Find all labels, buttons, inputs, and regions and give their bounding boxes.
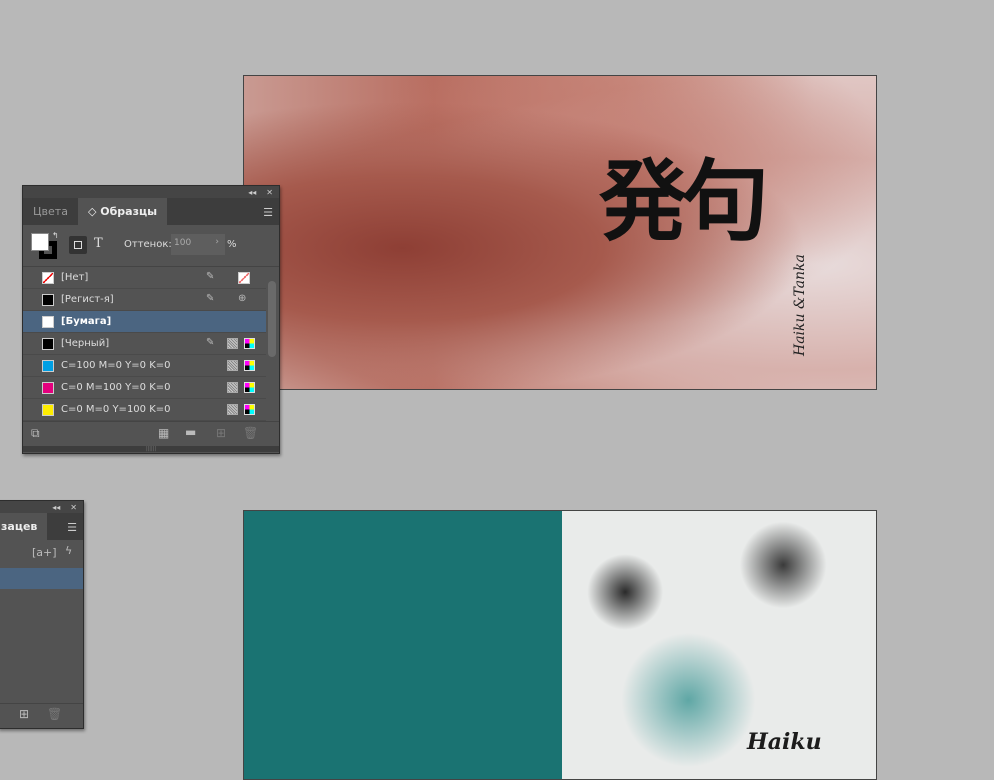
fill-swatch[interactable] xyxy=(31,233,49,251)
page-1: 発句 Haiku &Tanka xyxy=(243,75,877,390)
paragraph-styles-panel: ◂◂ ✕ зацев ☰ [a+] ϟ ⊞ 🗑 xyxy=(0,500,84,729)
panel-menu-icon[interactable]: ☰ xyxy=(263,206,273,219)
tab-colors[interactable]: Цвета xyxy=(23,198,78,225)
cover-title: Haiku xyxy=(747,729,822,755)
delete-swatch-icon[interactable]: 🗑 xyxy=(243,426,258,440)
scrollbar[interactable] xyxy=(267,269,277,419)
process-color-icon xyxy=(227,360,238,371)
page-2: Haiku xyxy=(243,510,877,780)
cmyk-icon xyxy=(244,338,255,349)
show-swatch-kinds-icon[interactable]: ▦ xyxy=(158,426,169,440)
percent-label: % xyxy=(227,239,237,250)
tab-paragraph-styles[interactable]: зацев xyxy=(0,513,48,540)
none-icon xyxy=(238,272,250,284)
tint-label: Оттенок: xyxy=(124,239,172,250)
swatch-label: C=0 M=100 Y=0 K=0 xyxy=(61,382,171,393)
new-swatch-icon[interactable]: ⊞ xyxy=(216,426,226,440)
swatch-label: C=0 M=0 Y=100 K=0 xyxy=(61,404,171,415)
delete-style-icon[interactable]: 🗑 xyxy=(47,707,62,721)
swatch-label: [Бумага] xyxy=(61,316,112,327)
non-editable-icon: ✎ xyxy=(206,337,215,348)
non-editable-icon: ✎ xyxy=(206,293,215,304)
cmyk-icon xyxy=(244,404,255,415)
new-color-group-icon[interactable]: ▬ xyxy=(185,425,196,439)
cmyk-icon xyxy=(244,382,255,393)
kanji-title: 発句 xyxy=(599,149,769,253)
non-editable-icon: ✎ xyxy=(206,271,215,282)
registration-icon: ⊕ xyxy=(238,293,247,304)
swatch-chip xyxy=(42,381,54,394)
swatch-label: C=100 M=0 Y=0 K=0 xyxy=(61,360,171,371)
swatch-label: [Регист-я] xyxy=(61,294,114,305)
formatting-text-button[interactable]: T xyxy=(94,236,103,251)
swatch-chip xyxy=(42,315,54,328)
swatch-label: [Черный] xyxy=(61,338,110,349)
swap-icon[interactable]: ↰ xyxy=(52,231,59,240)
new-style-icon[interactable]: ⊞ xyxy=(19,707,29,721)
cmyk-icon xyxy=(244,360,255,371)
swatch-label: [Нет] xyxy=(61,272,89,283)
tab-swatches-label: Образцы xyxy=(100,205,158,218)
swatch-chip xyxy=(42,271,54,284)
new-style-from-selection-icon[interactable]: [a+] xyxy=(32,546,57,559)
swatch-chip xyxy=(42,359,54,372)
swatch-paper[interactable]: [Бумага] xyxy=(23,311,266,333)
tab-swatches[interactable]: ◇ Образцы xyxy=(77,198,168,225)
swatch-magenta[interactable]: C=0 M=100 Y=0 K=0 xyxy=(23,377,266,399)
swatch-chip xyxy=(42,337,54,350)
quick-apply-icon[interactable]: ϟ xyxy=(65,544,72,557)
formatting-container-button[interactable] xyxy=(69,236,87,254)
collapse-icon[interactable]: ◂◂ xyxy=(248,188,256,197)
selected-style-row[interactable] xyxy=(0,568,83,589)
swatch-chip xyxy=(42,403,54,416)
resize-grip[interactable]: |||||| xyxy=(23,446,279,452)
vertical-subtitle: Haiku &Tanka xyxy=(792,254,808,356)
swatch-list: [Нет] ✎ [Регист-я] ✎ ⊕ [Бумага] [Черный] ✎ C… xyxy=(23,266,279,421)
swatch-black[interactable]: [Черный] ✎ xyxy=(23,333,266,355)
swatch-chip xyxy=(42,293,54,306)
process-color-icon xyxy=(227,404,238,415)
swatch-none[interactable]: [Нет] ✎ xyxy=(23,267,266,289)
tint-input[interactable]: 100 › xyxy=(171,234,225,255)
process-color-icon xyxy=(227,382,238,393)
swatch-registration[interactable]: [Регист-я] ✎ ⊕ xyxy=(23,289,266,311)
place-swatches-icon[interactable]: ⧉ xyxy=(31,426,40,441)
process-color-icon xyxy=(227,338,238,349)
scrollbar-thumb[interactable] xyxy=(268,281,276,357)
swatch-cyan[interactable]: C=100 M=0 Y=0 K=0 xyxy=(23,355,266,377)
swatches-panel: ◂◂ ✕ Цвета ◇ Образцы ☰ ↰ T Оттенок: 100 › … xyxy=(22,185,280,454)
swatch-yellow[interactable]: C=0 M=0 Y=100 K=0 xyxy=(23,399,266,421)
cover-illustration: Haiku xyxy=(562,511,876,779)
close-icon[interactable]: ✕ xyxy=(266,188,273,197)
tint-value: 100 xyxy=(174,238,192,248)
close-icon[interactable]: ✕ xyxy=(70,503,77,512)
panel-menu-icon[interactable]: ☰ xyxy=(67,521,77,534)
collapse-icon[interactable]: ◂◂ xyxy=(52,503,60,512)
